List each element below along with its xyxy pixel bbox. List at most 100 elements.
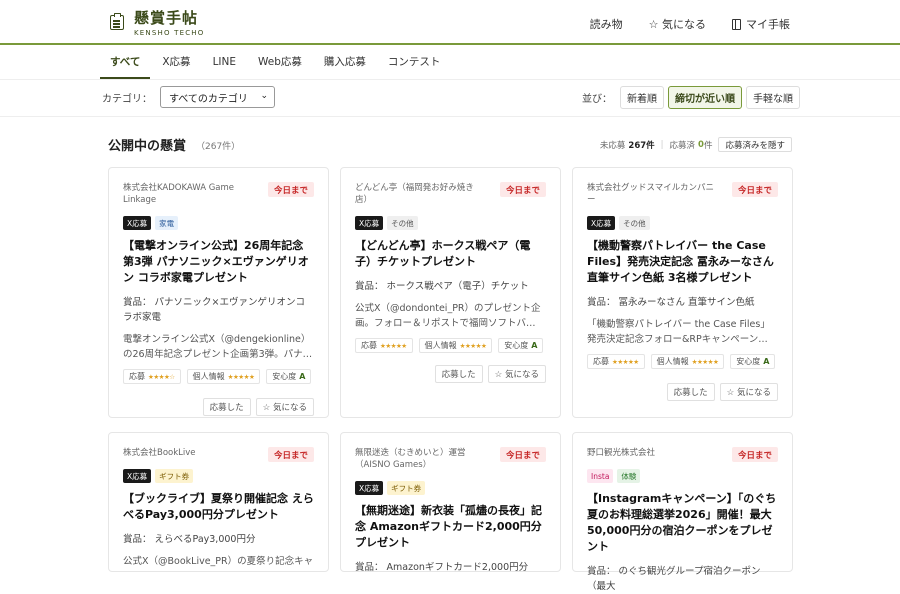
- apply-rating-label: 応募: [593, 357, 609, 366]
- card-title[interactable]: 【機動警察パトレイバー the Case Files】発売決定記念 冨永みーなさ…: [587, 238, 778, 286]
- card-tags: Insta 体験: [587, 469, 778, 483]
- safety-rating: 安心度 A: [498, 338, 544, 353]
- section-stats: 未応募 267件 | 応募済 0 件 応募済みを隠す: [600, 137, 792, 152]
- tag-x: X応募: [355, 481, 384, 495]
- sort-controls: 並び： 新着順 締切が近い順 手軽な順: [582, 86, 800, 109]
- card-title[interactable]: 【ブックライブ】夏祭り開催記念 えらべるPay3,000円分プレゼント: [123, 491, 314, 523]
- privacy-rating-label: 個人情報: [424, 341, 457, 350]
- favorite-button[interactable]: ☆ 気になる: [719, 383, 778, 401]
- card-tags: X応募 家電: [123, 216, 314, 230]
- card-tags: X応募 ギフト券: [355, 481, 546, 495]
- nav-favorites[interactable]: ☆ 気になる: [649, 16, 706, 32]
- tag-x: X応募: [587, 216, 616, 230]
- card-tags: X応募 その他: [587, 216, 778, 230]
- deadline-badge: 今日まで: [731, 447, 778, 462]
- site-header: 懸賞手帖 KENSHO TECHO 読み物 ☆ 気になる マイ手帳: [0, 0, 900, 45]
- star-icon: ★★★★★: [459, 341, 487, 350]
- nav-read[interactable]: 読み物: [590, 16, 623, 32]
- contest-card[interactable]: 株式会社KADOKAWA Game Linkage 今日まで X応募 家電 【電…: [108, 167, 329, 418]
- hide-applied-button[interactable]: 応募済みを隠す: [718, 137, 792, 152]
- deadline-badge: 今日まで: [267, 447, 314, 462]
- category-select[interactable]: すべてのカテゴリ ⌄: [160, 86, 275, 108]
- tab-all[interactable]: すべて: [100, 48, 151, 79]
- contest-card[interactable]: 株式会社BookLive 今日まで X応募 ギフト券 【ブックライブ】夏祭り開催…: [108, 432, 329, 572]
- card-description: 「機動警察パトレイバー the Case Files」発売決定記念フォロー&RP…: [587, 319, 770, 345]
- card-title[interactable]: 【無期迷途】新衣装「孤燼の長夜」記念 Amazonギフトカード2,000円分プレ…: [355, 503, 546, 551]
- apply-rating-label: 応募: [129, 372, 145, 381]
- tag-category: 家電: [155, 216, 179, 230]
- card-tags: X応募 ギフト券: [123, 469, 314, 483]
- privacy-rating-label: 個人情報: [656, 357, 689, 366]
- sort-easy-button[interactable]: 手軽な順: [746, 86, 800, 109]
- contest-card[interactable]: どんどん亭（福岡発お好み焼き店） 今日まで X応募 その他 【どんどん亭】ホーク…: [340, 167, 561, 418]
- contest-card[interactable]: 株式会社グッドスマイルカンパニー 今日まで X応募 その他 【機動警察パトレイバ…: [572, 167, 793, 418]
- deadline-badge: 今日まで: [267, 182, 314, 197]
- card-ratings: 応募 ★★★★★ 個人情報 ★★★★★ 安心度 A: [587, 354, 778, 369]
- safety-rating-label: 安心度: [736, 357, 761, 366]
- applied-button[interactable]: 応募した: [202, 398, 251, 416]
- card-prize: 賞品： えらべるPay3,000円分: [123, 534, 256, 545]
- card-title[interactable]: 【どんどん亭】ホークス戦ペア（電子）チケットプレゼント: [355, 238, 546, 270]
- deadline-badge: 今日まで: [731, 182, 778, 197]
- star-icon: ★★★★★: [380, 341, 407, 350]
- safety-rating: 安心度 A: [266, 369, 312, 384]
- card-description: 公式X（@dondontei_PR）のプレゼント企画。フォロー＆リポストで福岡ソ…: [355, 303, 541, 329]
- card-actions: 応募した ☆ 気になる: [355, 365, 546, 395]
- apply-rating: 応募 ★★★★★: [587, 354, 645, 369]
- tab-contest[interactable]: コンテスト: [378, 48, 451, 79]
- tag-category: 体験: [617, 469, 641, 483]
- safety-grade: A: [763, 357, 770, 366]
- tabs-divider: [0, 79, 900, 80]
- card-description: 公式X（@BookLive_PR）の夏祭り記念キャ: [123, 556, 314, 567]
- applied-button[interactable]: 応募した: [666, 383, 715, 401]
- tag-instagram: Insta: [587, 469, 614, 483]
- card-prize: 賞品： Amazonギフトカード2,000円分: [355, 562, 529, 573]
- site-logo[interactable]: 懸賞手帖 KENSHO TECHO: [110, 9, 204, 37]
- applied-unit: 件: [703, 140, 713, 151]
- category-label: カテゴリ：: [102, 93, 152, 105]
- privacy-rating-label: 個人情報: [192, 372, 225, 381]
- sort-newest-button[interactable]: 新着順: [620, 86, 664, 109]
- safety-grade: A: [531, 341, 538, 350]
- tag-category: ギフト券: [155, 469, 194, 483]
- contest-card[interactable]: 無限迷迭（むきめいと）運営（AISNO Games） 今日まで X応募 ギフト券…: [340, 432, 561, 573]
- contest-card[interactable]: 野口観光株式会社 今日まで Insta 体験 【Instagramキャンペーン】…: [572, 432, 793, 592]
- favorite-button[interactable]: ☆ 気になる: [255, 398, 314, 416]
- card-prize: 賞品： 冨永みーなさん 直筆サイン色紙: [587, 297, 755, 308]
- safety-grade: A: [299, 372, 306, 381]
- safety-rating: 安心度 A: [730, 354, 776, 369]
- safety-rating-label: 安心度: [272, 372, 297, 381]
- safety-rating-label: 安心度: [504, 341, 529, 350]
- category-filter: カテゴリ： すべてのカテゴリ ⌄: [102, 86, 275, 108]
- star-icon: ★★★★★: [691, 357, 719, 366]
- card-actions: 応募した ☆ 気になる: [123, 398, 314, 428]
- tag-category: ギフト券: [387, 481, 426, 495]
- tag-x: X応募: [123, 216, 152, 230]
- privacy-rating: 個人情報 ★★★★★: [186, 369, 261, 384]
- star-icon: ★★★★★: [227, 372, 255, 381]
- section-title: 公開中の懸賞: [108, 139, 187, 154]
- tab-x[interactable]: X応募: [152, 48, 200, 79]
- tag-x: X応募: [123, 469, 152, 483]
- nav-read-label: 読み物: [589, 18, 623, 31]
- card-prize: 賞品： パナソニック×エヴァンゲリオンコラボ家電: [123, 297, 305, 323]
- section-count: （267件）: [196, 142, 241, 152]
- nav-mypage[interactable]: マイ手帳: [732, 16, 790, 32]
- card-actions: 応募した ☆ 気になる: [587, 383, 778, 413]
- card-ratings: 応募 ★★★★★ 個人情報 ★★★★★ 安心度 A: [355, 338, 546, 353]
- card-title[interactable]: 【Instagramキャンペーン】「のぐち夏のお料理総選挙2026」開催！最大5…: [587, 491, 778, 555]
- tab-purchase[interactable]: 購入応募: [314, 48, 376, 79]
- sort-deadline-button[interactable]: 締切が近い順: [668, 86, 742, 109]
- deadline-badge: 今日まで: [499, 182, 546, 197]
- applied-button[interactable]: 応募した: [434, 365, 483, 383]
- apply-rating: 応募 ★★★★★: [355, 338, 413, 353]
- privacy-rating: 個人情報 ★★★★★: [650, 354, 725, 369]
- tab-web[interactable]: Web応募: [248, 48, 312, 79]
- tab-line[interactable]: LINE: [203, 48, 246, 79]
- nav-mypage-label: マイ手帳: [746, 18, 790, 31]
- card-description: 電撃オンライン公式X（@dengekionline）の26周年記念プレゼント企画…: [123, 334, 313, 360]
- chevron-down-icon: ⌄: [260, 91, 268, 101]
- notebook-small-icon: [732, 18, 741, 30]
- card-title[interactable]: 【電撃オンライン公式】26周年記念第3弾 パナソニック×エヴァンゲリオン コラボ…: [123, 238, 314, 286]
- favorite-button[interactable]: ☆ 気になる: [487, 365, 546, 383]
